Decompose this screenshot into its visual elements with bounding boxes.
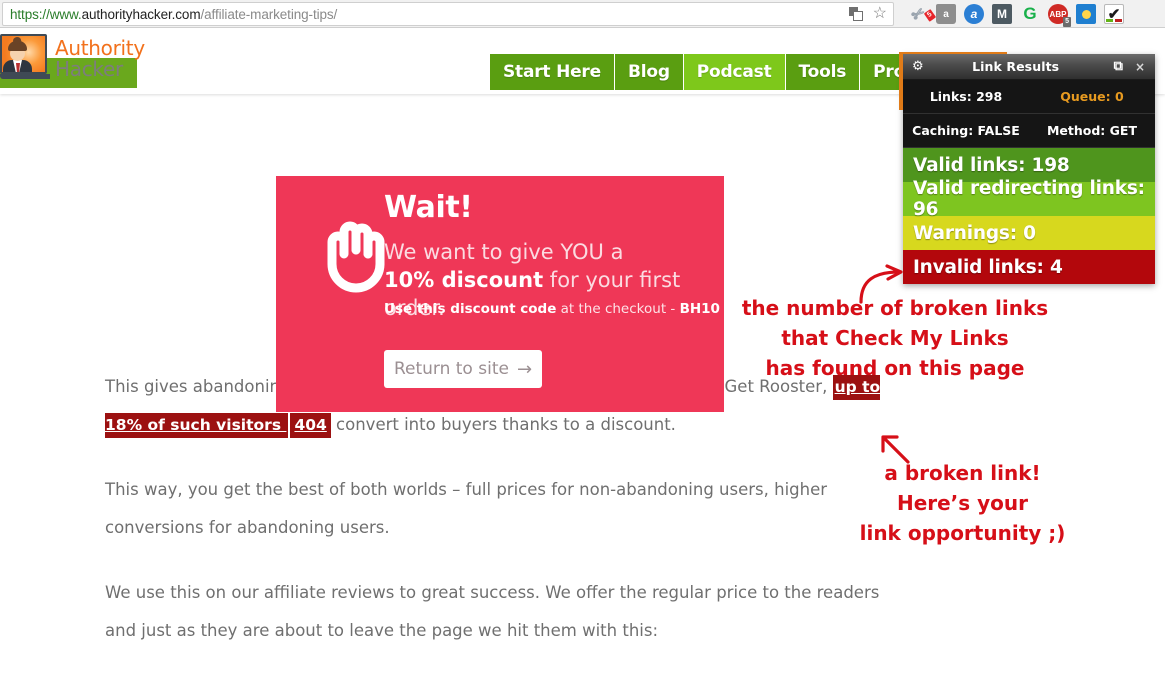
laptop-screen: [0, 34, 47, 74]
logo-line-hacker: Hacker: [55, 57, 123, 81]
annotation1-line2: that Check My Links: [781, 326, 1009, 350]
close-icon[interactable]: ×: [1135, 60, 1145, 74]
paragraph-affiliate-reviews: We use this on our affiliate reviews to …: [105, 583, 880, 640]
popup-discount-amount: 10% discount: [384, 268, 544, 292]
nav-item-start-here[interactable]: Start Here: [490, 54, 615, 90]
logo-line-authority: Authority: [55, 36, 145, 60]
main-navigation: Start Here Blog Podcast Tools Products: [490, 54, 970, 90]
popup-heading: Wait!: [384, 190, 473, 225]
popup-code-label: Use this discount code: [384, 301, 557, 317]
broken-link-status-code: 404: [290, 413, 331, 438]
exit-intent-popup-image: Wait! We want to give YOU a 10% discount…: [276, 176, 724, 412]
logo-text: Authority Hacker: [55, 38, 145, 79]
adblock-plus-extension-icon[interactable]: ABP 5: [1048, 4, 1071, 27]
browser-toolbar: https://www.authorityhacker.com/affiliat…: [0, 0, 1165, 28]
mailtrack-extension-icon[interactable]: M: [992, 4, 1012, 24]
popup-code-value: BH10: [679, 301, 720, 317]
queue-count: Queue: 0: [1060, 89, 1124, 104]
caching-status: Caching: FALSE: [912, 123, 1020, 138]
popup-code-mid: at the checkout -: [556, 301, 680, 317]
nav-item-blog[interactable]: Blog: [614, 54, 684, 90]
site-logo[interactable]: Authority Hacker: [0, 32, 145, 88]
return-to-site-label: Return to site: [393, 359, 509, 379]
translate-icon[interactable]: [848, 6, 864, 22]
panel-stats-row-1: Links: 298 Queue: 0: [903, 80, 1155, 114]
amazon-assistant-extension-icon[interactable]: a: [964, 4, 984, 24]
paragraph-text-after: convert into buyers thanks to a discount…: [330, 415, 676, 434]
url-host: authorityhacker.com: [81, 6, 201, 22]
annotation1-line3: has found on this page: [765, 356, 1025, 380]
panel-stats-row-2: Caching: FALSE Method: GET: [903, 114, 1155, 148]
links-count: Links: 298: [929, 89, 1003, 104]
arrow-right-icon: →: [516, 358, 533, 380]
red-bar: [1115, 19, 1122, 22]
sun-icon: [1081, 9, 1091, 19]
invalid-links-bar[interactable]: Invalid links: 4: [903, 250, 1155, 284]
return-to-site-button[interactable]: Return to site →: [384, 350, 542, 388]
character-tie: [16, 63, 20, 72]
popup-offer-line1: We want to give YOU a: [384, 240, 624, 264]
paragraph-both-worlds: This way, you get the best of both world…: [105, 480, 828, 537]
curved-arrow-icon: [855, 264, 915, 311]
annotation2-line2: Here’s your: [896, 491, 1029, 515]
shopping-bag-extension-icon[interactable]: a: [936, 4, 956, 24]
page-viewport: As do most e-Commerce stores: This gives…: [0, 28, 1165, 685]
annotation2-line3: link opportunity ;): [859, 521, 1066, 545]
warnings-bar[interactable]: Warnings: 0: [903, 216, 1155, 250]
nav-item-tools[interactable]: Tools: [785, 54, 861, 90]
panel-title: Link Results: [972, 59, 1060, 74]
straight-arrow-icon: [878, 432, 914, 471]
omnibox-icons: ☆: [848, 6, 887, 22]
valid-redirecting-links-bar[interactable]: Valid redirecting links: 96: [903, 178, 1155, 220]
pin-extension-icon[interactable]: ✄ 5: [904, 0, 937, 28]
valid-links-bar[interactable]: Valid links: 198: [903, 148, 1155, 182]
bookmark-star-icon[interactable]: ☆: [873, 6, 887, 22]
address-bar[interactable]: https://www.authorityhacker.com/affiliat…: [2, 2, 894, 26]
grammarly-extension-icon[interactable]: G: [1020, 4, 1040, 24]
method-status: Method: GET: [1046, 123, 1137, 138]
link-results-panel: ⚙ Link Results ⧉ × Links: 298 Queue: 0 C…: [899, 52, 1155, 284]
extension-tray: ✄ 5 a a M G ABP 5 ✔: [900, 0, 1165, 28]
character-hair: [8, 41, 27, 51]
laptop-base: [0, 74, 50, 79]
weather-extension-icon[interactable]: [1076, 4, 1096, 24]
nav-item-podcast[interactable]: Podcast: [683, 54, 786, 90]
popout-icon[interactable]: ⧉: [1114, 59, 1123, 74]
green-bar: [1106, 19, 1113, 22]
panel-title-bar[interactable]: ⚙ Link Results ⧉ ×: [903, 54, 1155, 80]
url-path: /affiliate-marketing-tips/: [200, 6, 338, 22]
popup-discount-code-line: Use this discount code at the checkout -…: [384, 301, 720, 317]
check-my-links-extension-icon[interactable]: ✔: [1104, 4, 1124, 24]
url-text: https://www.authorityhacker.com/affiliat…: [10, 7, 337, 22]
adblock-extension-badge: 5: [1063, 17, 1071, 27]
annotation-link-opportunity-note: a broken link! Here’s your link opportun…: [855, 458, 1070, 548]
pin-extension-badge: 5: [923, 9, 937, 22]
laptop-illustration-icon: [0, 32, 50, 84]
url-scheme: https://www.: [10, 6, 82, 22]
